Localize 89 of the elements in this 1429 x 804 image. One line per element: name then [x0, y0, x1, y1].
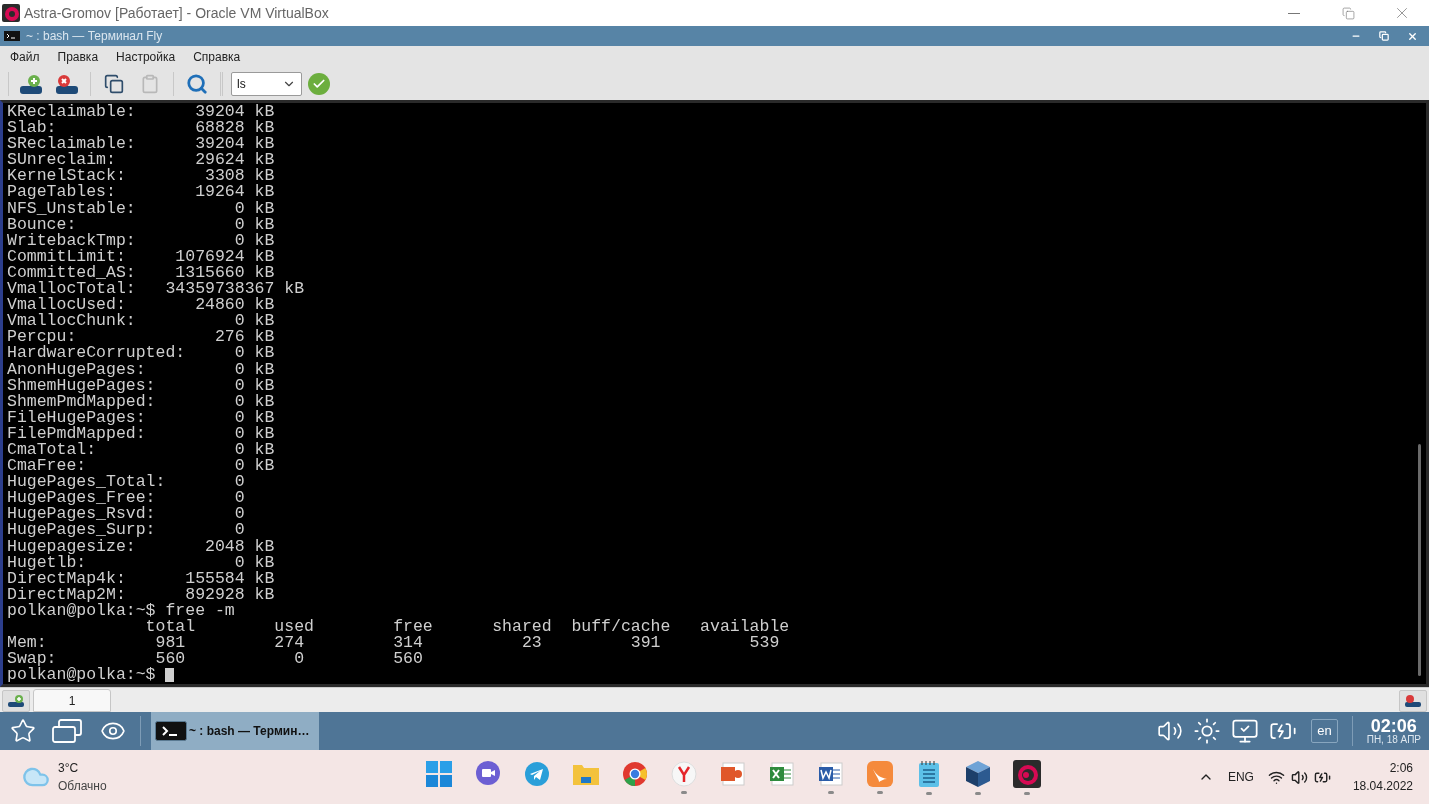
terminal-line: DirectMap2M: 892928 kB	[7, 586, 275, 603]
terminal-line: Mem: 981 274 314 23 391 539	[7, 635, 780, 652]
terminal-line: ShmemHugePages: 0 kB	[7, 377, 275, 394]
terminal-line: VmallocChunk: 0 kB	[7, 313, 275, 330]
terminal-line: SUnreclaim: 29624 kB	[7, 152, 275, 169]
terminal-line: Bounce: 0 kB	[7, 216, 275, 233]
terminal-line: WritebackTmp: 0 kB	[7, 232, 275, 249]
search-icon	[186, 73, 208, 95]
run-button[interactable]	[308, 73, 330, 95]
text-cursor	[165, 668, 175, 683]
restore-icon	[1379, 31, 1389, 41]
paper-plane-icon	[523, 760, 550, 787]
display-icon[interactable]	[1231, 717, 1260, 745]
check-icon	[312, 77, 326, 91]
terminal-line: CmaFree: 0 kB	[7, 458, 275, 475]
terminal-line: Percpu: 276 kB	[7, 329, 275, 346]
terminal-line: Hugepagesize: 2048 kB	[7, 538, 275, 555]
document-icon	[817, 760, 844, 787]
terminal-line: PageTables: 19264 kB	[7, 184, 275, 201]
video-chat-icon	[473, 759, 502, 788]
terminal-line: HardwareCorrupted: 0 kB	[7, 345, 275, 362]
terminal-line: FilePmdMapped: 0 kB	[7, 425, 275, 442]
user-remove-icon	[1404, 694, 1422, 708]
language-indicator[interactable]: ENG	[1227, 768, 1254, 786]
new-tab-button[interactable]	[2, 690, 30, 712]
swirl-icon	[1012, 759, 1041, 788]
terminal-line: Committed_AS: 1315660 kB	[7, 264, 275, 282]
terminal-line: HugePages_Free: 0	[7, 490, 245, 507]
notepad-icon	[917, 759, 940, 788]
copy-icon	[104, 74, 124, 94]
task-button[interactable]: ~ : bash — Термин…	[151, 712, 319, 750]
weather-temperature: 3°C	[58, 760, 80, 777]
terminal-line: total used free shared buff/cache available	[145, 619, 790, 636]
terminal-line: Hugetlb: 0 kB	[7, 554, 275, 571]
presentation-icon	[719, 760, 746, 787]
terminal-title: ~ : bash — Терминал Fly	[26, 28, 163, 45]
menu-item[interactable]: Настройка	[108, 48, 184, 66]
terminal-icon	[155, 721, 187, 741]
terminal-line: VmallocTotal: 34359738367 kB	[7, 281, 305, 298]
terminal-line: CmaTotal: 0 kB	[7, 441, 275, 459]
terminal-line: FileHugePages: 0 kB	[7, 409, 275, 426]
terminal-line: Slab: 68828 kB	[7, 120, 275, 137]
window-title: Astra-Gromov [Работает] - Oracle VM VirtualBox	[24, 3, 329, 23]
menu-item[interactable]: Файл	[2, 48, 48, 66]
terminal-line: AnonHugePages: 0 kB	[7, 361, 275, 378]
clock-time: 2:06	[1389, 760, 1413, 777]
terminal-line: HugePages_Rsvd: 0	[7, 506, 245, 523]
language-indicator[interactable]: en	[1311, 719, 1338, 743]
clipboard-icon	[140, 74, 160, 94]
terminal-line: KernelStack: 3308 kB	[7, 168, 275, 185]
windows-icon	[51, 719, 83, 743]
terminal-line: SReclaimable: 39204 kB	[7, 136, 275, 153]
volume-icon[interactable]	[1290, 768, 1308, 786]
windows-logo-icon	[425, 760, 452, 787]
terminal-line: HugePages_Surp: 0	[7, 522, 245, 539]
star-icon	[10, 718, 36, 744]
browser-icon	[621, 760, 648, 787]
menu-item[interactable]: Справка	[185, 48, 249, 66]
terminal-line: Swap: 560 0 560	[7, 651, 423, 668]
close-icon	[1406, 30, 1418, 42]
brightness-icon[interactable]	[1193, 717, 1222, 745]
clock-date: ПН, 18 АПР	[1366, 735, 1421, 745]
menu-item[interactable]: Правка	[49, 48, 107, 66]
terminal-line: CommitLimit: 1076924 kB	[7, 248, 275, 265]
command-dropdown[interactable]: ls	[231, 72, 302, 96]
minimize-icon	[1288, 12, 1300, 14]
terminal-line: DirectMap4k: 155584 kB	[7, 570, 275, 587]
terminal-line: HugePages_Total: 0	[7, 474, 245, 491]
terminal-line: ShmemPmdMapped: 0 kB	[7, 393, 275, 410]
terminal-icon	[4, 31, 20, 41]
terminal-line: VmallocUsed: 24860 kB	[7, 297, 275, 314]
terminal-line: polkan@polka:~$ free -m	[7, 602, 235, 619]
terminal-prompt: polkan@polka:~$	[7, 667, 157, 684]
spreadsheet-icon	[768, 760, 795, 787]
scrollbar-thumb[interactable]	[1418, 444, 1421, 676]
cube-icon	[964, 759, 991, 788]
terminal-line: KReclaimable: 39204 kB	[7, 104, 275, 121]
user-remove-icon	[55, 73, 79, 95]
close-tab-button[interactable]	[1399, 690, 1427, 712]
user-add-icon	[7, 694, 25, 708]
restore-icon	[1341, 6, 1355, 20]
clock-date: 18.04.2022	[1352, 778, 1413, 795]
app-logo-icon	[2, 4, 20, 22]
clock-time: 02:06	[1370, 717, 1417, 735]
user-add-icon	[19, 73, 43, 95]
terminal-tab[interactable]: 1	[33, 689, 111, 712]
weather-condition: Облачно	[58, 778, 107, 795]
terminal-line: NFS_Unstable: 0 kB	[7, 200, 275, 217]
y-logo-icon	[670, 760, 697, 787]
